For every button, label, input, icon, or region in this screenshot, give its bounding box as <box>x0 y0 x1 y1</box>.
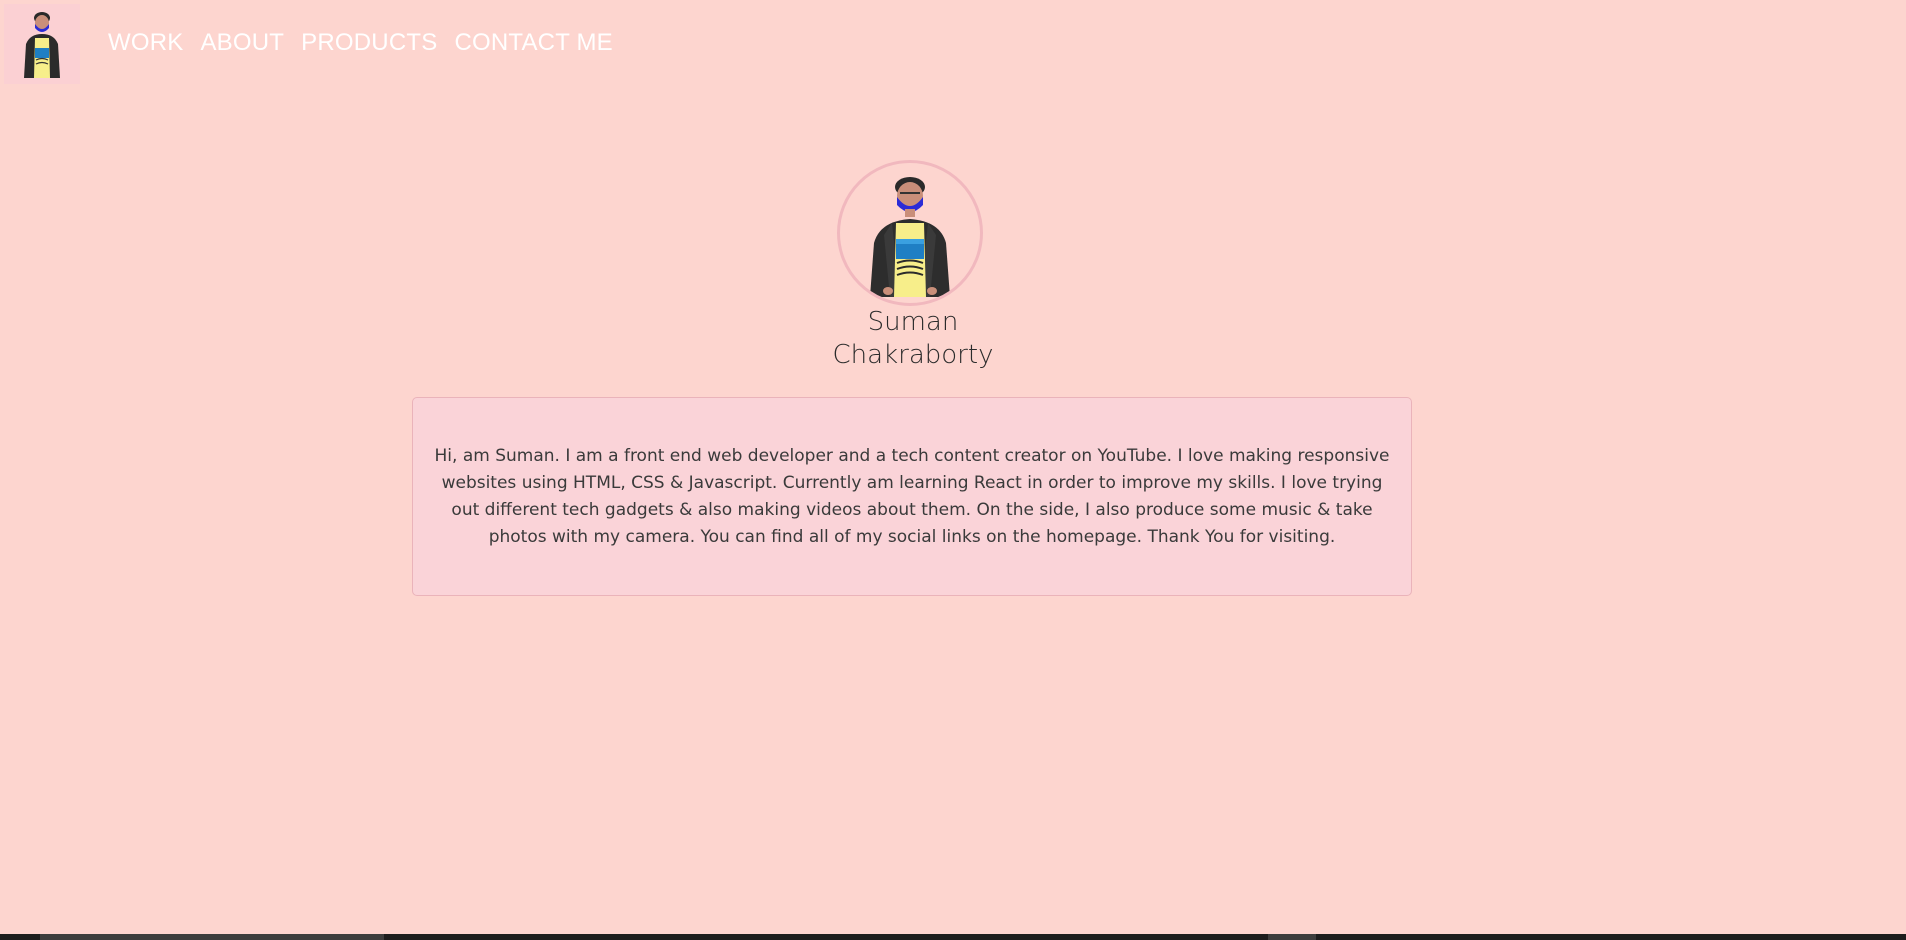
avatar-icon <box>24 12 60 78</box>
scrollbar-marker <box>1268 934 1316 940</box>
nav-links: WORK ABOUT PRODUCTS CONTACT ME <box>108 28 613 58</box>
nav-logo-avatar[interactable] <box>4 4 80 84</box>
profile-last-name: Chakraborty <box>832 340 994 370</box>
horizontal-scrollbar[interactable] <box>0 934 1906 940</box>
profile-name: Suman Chakraborty <box>753 306 1073 372</box>
bio-text: Hi, am Suman. I am a front end web devel… <box>434 445 1390 547</box>
nav-link-work[interactable]: WORK <box>108 28 183 58</box>
scrollbar-thumb[interactable] <box>40 934 384 940</box>
profile-photo <box>837 160 983 306</box>
nav-link-about[interactable]: ABOUT <box>200 28 284 58</box>
bio-card: Hi, am Suman. I am a front end web devel… <box>412 397 1412 596</box>
nav-link-contact-me[interactable]: CONTACT ME <box>454 28 612 58</box>
nav-link-products[interactable]: PRODUCTS <box>301 28 437 58</box>
avatar-icon <box>870 177 950 297</box>
profile-first-name: Suman <box>867 307 959 337</box>
